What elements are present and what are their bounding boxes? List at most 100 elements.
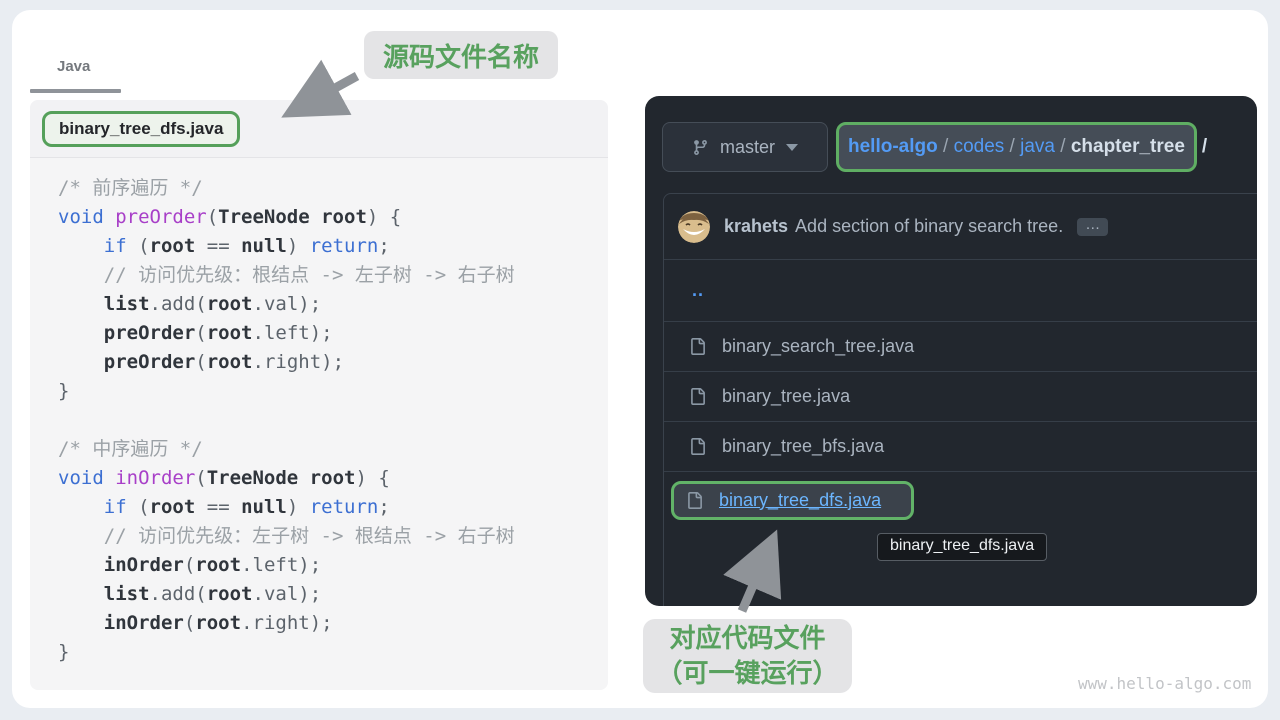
breadcrumb-segment: /: [938, 136, 954, 157]
file-row[interactable]: binary_search_tree.java: [664, 322, 1257, 372]
annotation-code-file: 对应代码文件 （可一键运行）: [643, 619, 852, 693]
code-token: .add(: [150, 293, 207, 315]
code-line: // 访问优先级：根结点 -> 左子树 -> 右子树: [58, 261, 608, 290]
code-token: [58, 322, 104, 344]
file-icon: [686, 492, 703, 509]
code-token: [58, 496, 104, 518]
github-file-browser: master hello-algo / codes / java / chapt…: [645, 96, 1257, 606]
code-token: (: [207, 206, 218, 228]
file-name[interactable]: binary_tree.java: [722, 386, 850, 407]
code-token: // 访问优先级：根结点 -> 左子树 -> 右子树: [58, 264, 515, 286]
code-token: [58, 554, 104, 576]
code-token: null: [241, 496, 287, 518]
code-line: preOrder(root.left);: [58, 319, 608, 348]
code-block-header: binary_tree_dfs.java: [30, 100, 608, 158]
code-token: ): [287, 496, 310, 518]
breadcrumb-segment: chapter_tree: [1071, 136, 1185, 157]
code-token: list: [104, 293, 150, 315]
code-token: preOrder: [104, 322, 196, 344]
breadcrumb-link[interactable]: codes: [954, 136, 1005, 157]
code-token: inOrder: [104, 554, 184, 576]
code-token: (: [184, 612, 195, 634]
git-branch-icon: [692, 139, 709, 156]
code-token: /* 前序遍历 */: [58, 177, 203, 199]
code-token: return: [310, 496, 379, 518]
chevron-down-icon: [786, 144, 798, 151]
code-line: }: [58, 377, 608, 406]
code-token: ==: [195, 235, 241, 257]
code-line: list.add(root.val);: [58, 580, 608, 609]
code-token: ==: [195, 496, 241, 518]
code-token: (: [195, 351, 206, 373]
code-token: return: [310, 235, 379, 257]
file-name[interactable]: binary_tree_dfs.java: [719, 490, 881, 511]
code-line: if (root == null) return;: [58, 493, 608, 522]
code-token: root: [150, 235, 196, 257]
watermark: www.hello-algo.com: [1078, 674, 1251, 693]
code-line: void inOrder(TreeNode root) {: [58, 464, 608, 493]
code-token: ;: [378, 496, 389, 518]
breadcrumb-highlight: hello-algo / codes / java / chapter_tree: [836, 122, 1197, 172]
code-line: inOrder(root.right);: [58, 609, 608, 638]
file-icon: [689, 388, 706, 405]
code-token: }: [58, 380, 69, 402]
code-token: root: [207, 322, 253, 344]
breadcrumb-link[interactable]: java: [1020, 136, 1055, 157]
code-token: }: [58, 641, 69, 663]
file-row[interactable]: binary_tree.java: [664, 372, 1257, 422]
code-token: preOrder: [104, 351, 196, 373]
file-list: .. binary_search_tree.java binary_tree.jav…: [664, 260, 1257, 528]
tab-java[interactable]: Java: [57, 58, 90, 75]
code-token: void: [58, 467, 115, 489]
code-token: .right);: [241, 612, 333, 634]
file-row[interactable]: binary_tree_dfs.java: [664, 472, 1257, 528]
code-token: (: [138, 235, 149, 257]
branch-selector[interactable]: master: [662, 122, 828, 172]
commit-author[interactable]: krahets: [724, 216, 788, 237]
code-line: preOrder(root.right);: [58, 348, 608, 377]
annotation-source-filename: 源码文件名称: [364, 31, 558, 79]
breadcrumb-segment: /: [1055, 136, 1071, 157]
code-line: inOrder(root.left);: [58, 551, 608, 580]
code-token: .left);: [253, 322, 333, 344]
avatar[interactable]: [678, 211, 710, 243]
code-token: (: [195, 467, 206, 489]
repo-header: master hello-algo / codes / java / chapt…: [662, 122, 1207, 172]
code-token: if: [104, 235, 138, 257]
code-line: if (root == null) return;: [58, 232, 608, 261]
code-token: .left);: [241, 554, 321, 576]
file-row[interactable]: binary_tree_bfs.java: [664, 422, 1257, 472]
file-name[interactable]: binary_search_tree.java: [722, 336, 914, 357]
code-token: .val);: [253, 293, 322, 315]
code-line: // 访问优先级：左子树 -> 根结点 -> 右子树: [58, 522, 608, 551]
code-token: [58, 583, 104, 605]
code-token: // 访问优先级：左子树 -> 根结点 -> 右子树: [58, 525, 515, 547]
code-token: ) {: [367, 206, 401, 228]
code-token: ;: [378, 235, 389, 257]
code-token: [58, 235, 104, 257]
breadcrumb-trailing-slash: /: [1202, 136, 1207, 158]
tab-underline: [30, 89, 121, 93]
code-token: inOrder: [115, 467, 195, 489]
breadcrumb-link[interactable]: hello-algo: [848, 136, 938, 157]
code-line: }: [58, 638, 608, 667]
branch-name: master: [720, 137, 775, 158]
file-name[interactable]: binary_tree_bfs.java: [722, 436, 884, 457]
highlighted-file-pill[interactable]: binary_tree_dfs.java: [671, 481, 914, 520]
code-lines: /* 前序遍历 */void preOrder(TreeNode root) {…: [30, 158, 608, 667]
code-token: [58, 293, 104, 315]
annotation-line2: （可一键运行）: [656, 656, 838, 691]
code-token: [58, 351, 104, 373]
code-line: list.add(root.val);: [58, 290, 608, 319]
code-token: TreeNode root: [218, 206, 367, 228]
code-token: .right);: [253, 351, 345, 373]
code-token: root: [150, 496, 196, 518]
commit-more-button[interactable]: …: [1077, 218, 1108, 236]
code-token: .add(: [150, 583, 207, 605]
latest-commit-row: krahets Add section of binary search tre…: [664, 194, 1257, 260]
code-block: binary_tree_dfs.java /* 前序遍历 */ void preO…: [30, 100, 608, 690]
code-token: .val);: [253, 583, 322, 605]
parent-dir-link[interactable]: ..: [692, 280, 704, 301]
code-token: [58, 612, 104, 634]
file-row[interactable]: ..: [664, 260, 1257, 322]
